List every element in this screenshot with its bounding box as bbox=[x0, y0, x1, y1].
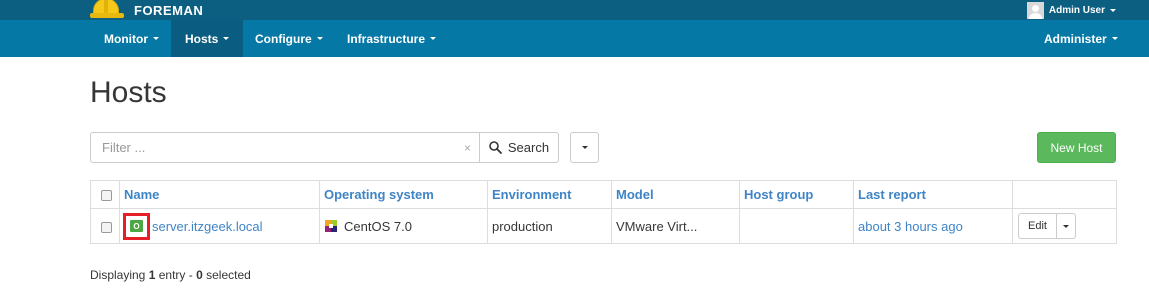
row-actions: Edit bbox=[1018, 213, 1112, 239]
user-menu[interactable]: Admin User bbox=[1026, 0, 1116, 20]
search-bookmarks-dropdown[interactable] bbox=[570, 132, 599, 163]
os-cell: CentOS 7.0 bbox=[319, 208, 488, 244]
foreman-helmet-icon bbox=[90, 0, 124, 20]
hosts-table: Name Operating system Environment Model … bbox=[90, 180, 1117, 244]
edit-button[interactable]: Edit bbox=[1018, 213, 1057, 239]
chevron-down-icon bbox=[1111, 37, 1118, 40]
host-name-link[interactable]: server.itzgeek.local bbox=[152, 219, 263, 234]
summary-suffix: selected bbox=[202, 268, 251, 282]
nav-administer-label: Administer bbox=[1044, 31, 1107, 46]
actions-dropdown[interactable] bbox=[1057, 213, 1076, 239]
new-host-button[interactable]: New Host bbox=[1037, 132, 1116, 163]
brand[interactable]: FOREMAN bbox=[90, 0, 203, 20]
highlighted-status: O bbox=[123, 212, 150, 240]
brand-name: FOREMAN bbox=[134, 2, 204, 18]
column-header-host-group[interactable]: Host group bbox=[739, 180, 854, 209]
last-report-link[interactable]: about 3 hours ago bbox=[858, 219, 963, 234]
table-header-row: Name Operating system Environment Model … bbox=[90, 180, 1117, 209]
environment-cell: production bbox=[487, 208, 612, 244]
top-bar: FOREMAN Admin User bbox=[0, 0, 1149, 20]
chevron-down-icon bbox=[223, 37, 230, 40]
chevron-down-icon bbox=[1063, 224, 1069, 228]
summary-middle: entry - bbox=[155, 268, 197, 282]
host-group-cell bbox=[739, 208, 854, 244]
column-header-actions bbox=[1012, 180, 1117, 209]
search-icon bbox=[489, 141, 502, 154]
model-cell: VMware Virt... bbox=[611, 208, 740, 244]
actions-cell: Edit bbox=[1012, 208, 1117, 244]
nav-monitor[interactable]: Monitor bbox=[90, 20, 173, 57]
clear-icon[interactable]: × bbox=[464, 141, 471, 155]
search-bar: × Search bbox=[90, 132, 599, 163]
chevron-down-icon bbox=[1110, 8, 1116, 12]
chevron-down-icon bbox=[316, 37, 323, 40]
column-header-operating-system[interactable]: Operating system bbox=[319, 180, 488, 209]
column-header-environment[interactable]: Environment bbox=[487, 180, 612, 209]
filter-input[interactable] bbox=[91, 133, 479, 162]
row-select-cell bbox=[90, 208, 120, 244]
column-header-name[interactable]: Name bbox=[119, 180, 320, 209]
nav-configure[interactable]: Configure bbox=[241, 20, 337, 57]
filter-field: × bbox=[90, 132, 480, 163]
search-button-label: Search bbox=[507, 140, 550, 155]
centos-logo-icon bbox=[325, 220, 337, 232]
main-navbar: Monitor Hosts Configure Infrastructure A… bbox=[0, 20, 1149, 57]
user-avatar-icon bbox=[1026, 1, 1044, 19]
chevron-down-icon bbox=[430, 37, 437, 40]
column-header-model[interactable]: Model bbox=[611, 180, 740, 209]
nav-hosts-label: Hosts bbox=[185, 31, 219, 46]
selected-count: 0 bbox=[196, 268, 203, 282]
pagination-summary: Displaying 1 entry - 0 selected bbox=[90, 268, 251, 282]
header-select-cell bbox=[90, 180, 120, 209]
search-button[interactable]: Search bbox=[480, 132, 559, 163]
nav-administer[interactable]: Administer bbox=[1030, 20, 1132, 57]
select-all-checkbox[interactable] bbox=[101, 190, 112, 202]
user-menu-label: Admin User bbox=[1048, 4, 1105, 16]
row-checkbox[interactable] bbox=[101, 221, 112, 233]
table-row: O server.itzgeek.local CentOS 7.0 produc… bbox=[90, 208, 1117, 244]
nav-infrastructure[interactable]: Infrastructure bbox=[333, 20, 450, 57]
chevron-down-icon bbox=[581, 146, 588, 149]
host-name-cell: O server.itzgeek.local bbox=[119, 208, 320, 244]
summary-prefix: Displaying bbox=[90, 268, 149, 282]
nav-configure-label: Configure bbox=[255, 31, 312, 46]
chevron-down-icon bbox=[153, 37, 159, 40]
column-header-last-report[interactable]: Last report bbox=[853, 180, 1013, 209]
last-report-cell: about 3 hours ago bbox=[853, 208, 1013, 244]
nav-infrastructure-label: Infrastructure bbox=[347, 31, 426, 46]
nav-monitor-label: Monitor bbox=[104, 31, 148, 46]
nav-hosts[interactable]: Hosts bbox=[171, 20, 244, 57]
page-title: Hosts bbox=[90, 76, 167, 109]
os-name: CentOS 7.0 bbox=[344, 218, 412, 234]
host-status-badge[interactable]: O bbox=[130, 220, 143, 232]
